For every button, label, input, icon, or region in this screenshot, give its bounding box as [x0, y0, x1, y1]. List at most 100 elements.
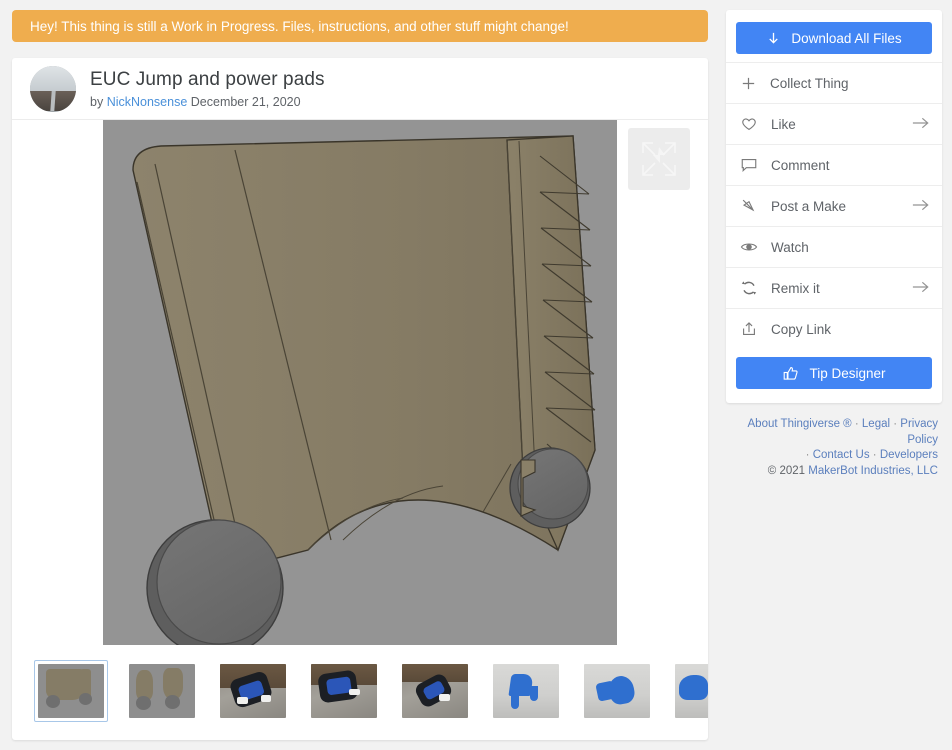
- thumb-photo-c: [402, 664, 468, 718]
- footer-separator: ·: [872, 449, 877, 462]
- sidebar-item-remix-it[interactable]: Remix it: [726, 267, 942, 308]
- thumb-shape: [45, 695, 61, 709]
- share-upload-icon: [740, 320, 758, 338]
- thumb-photo-a: [220, 664, 286, 718]
- post-make-icon: [740, 197, 758, 215]
- footer-separator: ·: [805, 449, 810, 462]
- thumb-shape: [135, 670, 153, 700]
- thumb-shape: [529, 685, 538, 701]
- footer-link-about[interactable]: About Thingiverse ®: [748, 418, 852, 430]
- list-item[interactable]: [125, 660, 199, 722]
- footer-link-contact-us[interactable]: Contact Us: [813, 449, 870, 461]
- list-item[interactable]: [489, 660, 563, 722]
- main-render-image[interactable]: [103, 120, 617, 645]
- list-item[interactable]: [307, 660, 381, 722]
- sidebar-item-like[interactable]: Like: [726, 103, 942, 144]
- thing-byline: by NickNonsense December 21, 2020: [90, 95, 325, 109]
- thumb-shape: [326, 676, 352, 695]
- thumb-shape: [260, 695, 272, 702]
- footer-link-legal[interactable]: Legal: [862, 418, 890, 430]
- thingiverse-thing-page: Hey! This thing is still a Work in Progr…: [0, 0, 952, 750]
- page-title: EUC Jump and power pads: [90, 69, 325, 91]
- thumb-shape: [237, 697, 248, 704]
- thumb-shape: [438, 694, 450, 701]
- footer-separator: ·: [854, 418, 859, 430]
- thumb-shape: [317, 669, 360, 704]
- arrow-right-icon: [912, 198, 930, 215]
- sidebar-item-post-a-make[interactable]: Post a Make: [726, 185, 942, 226]
- eye-icon: [740, 238, 758, 256]
- list-item[interactable]: [34, 660, 108, 722]
- footer-links-line-1: About Thingiverse ® · Legal · Privacy Po…: [730, 417, 939, 448]
- sidebar-item-copy-link[interactable]: Copy Link: [726, 308, 942, 349]
- list-item[interactable]: [580, 660, 654, 722]
- sidebar-item-collect-thing[interactable]: Collect Thing: [726, 62, 942, 103]
- thumb-print-c: [675, 664, 708, 718]
- image-viewer: [12, 120, 708, 650]
- arrow-right-icon: [912, 280, 930, 297]
- thumbnail-next-button[interactable]: [646, 672, 672, 712]
- footer: About Thingiverse ® · Legal · Privacy Po…: [726, 417, 942, 479]
- fullscreen-expand-icon: [642, 142, 676, 176]
- sidebar-item-label: Like: [771, 116, 796, 132]
- fullscreen-expand-button[interactable]: [628, 128, 690, 190]
- thing-header: EUC Jump and power pads by NickNonsense …: [12, 58, 708, 120]
- thing-main-card: EUC Jump and power pads by NickNonsense …: [12, 58, 708, 740]
- footer-link-developers[interactable]: Developers: [880, 449, 938, 461]
- thumb-print-a: [493, 664, 559, 718]
- thumb-shape: [164, 695, 181, 710]
- publish-date: December 21, 2020: [190, 94, 301, 109]
- arrow-right-icon: [912, 116, 930, 133]
- thing-titles: EUC Jump and power pads by NickNonsense …: [90, 68, 325, 109]
- cad-part-illustration: [132, 135, 596, 645]
- heart-icon: [740, 115, 758, 133]
- footer-link-privacy-policy[interactable]: Privacy Policy: [900, 418, 938, 446]
- sidebar-item-label: Watch: [771, 239, 809, 255]
- sidebar-item-comment[interactable]: Comment: [726, 144, 942, 185]
- copyright-year: 2021: [779, 464, 806, 477]
- work-in-progress-banner: Hey! This thing is still a Work in Progr…: [12, 10, 708, 42]
- thumbs-up-icon: [782, 365, 799, 382]
- list-item[interactable]: [398, 660, 472, 722]
- thumb-photo-b: [311, 664, 377, 718]
- sidebar-item-label: Remix it: [771, 280, 820, 296]
- byline-prefix: by: [90, 94, 104, 109]
- remix-refresh-icon: [740, 279, 758, 297]
- thumb-print-b: [584, 664, 650, 718]
- sidebar-item-watch[interactable]: Watch: [726, 226, 942, 267]
- plus-icon: [740, 75, 757, 92]
- wip-banner-text: Hey! This thing is still a Work in Progr…: [30, 18, 569, 34]
- list-item[interactable]: [216, 660, 290, 722]
- footer-link-makerbot[interactable]: MakerBot Industries, LLC: [808, 465, 938, 477]
- sidebar-item-label: Copy Link: [771, 321, 832, 337]
- thumbnail-strip: [12, 650, 708, 738]
- avatar-sky: [30, 65, 76, 92]
- download-all-files-button[interactable]: Download All Files: [736, 22, 932, 54]
- thumb-shape: [78, 693, 93, 706]
- thumb-shape: [135, 696, 152, 711]
- thumb-cad-a: [38, 664, 104, 718]
- thumb-shape: [678, 674, 708, 700]
- footer-links-line-2: · Contact Us · Developers: [730, 448, 938, 464]
- sidebar-item-label: Comment: [771, 157, 830, 173]
- action-sidebar: Download All Files Collect Thing Like Co…: [726, 10, 942, 479]
- action-card: Download All Files Collect Thing Like Co…: [726, 10, 942, 403]
- hub-left-inner: [156, 519, 282, 645]
- author-link[interactable]: NickNonsense: [107, 95, 188, 109]
- copyright-icon: ©: [767, 464, 777, 477]
- sidebar-item-label: Post a Make: [771, 198, 847, 214]
- tip-designer-button[interactable]: Tip Designer: [736, 357, 932, 389]
- tip-designer-label: Tip Designer: [809, 365, 886, 381]
- comment-bubble-icon: [740, 156, 758, 174]
- chevron-right-icon: [652, 679, 666, 705]
- footer-copyright: © 2021 MakerBot Industries, LLC: [730, 464, 938, 480]
- sidebar-item-label: Collect Thing: [770, 75, 849, 91]
- footer-separator: ·: [893, 418, 898, 430]
- download-arrow-icon: [766, 31, 781, 46]
- list-item[interactable]: [671, 660, 708, 722]
- thumb-cad-b: [129, 664, 195, 718]
- avatar[interactable]: [30, 65, 76, 112]
- thumb-shape: [511, 692, 520, 710]
- download-all-files-label: Download All Files: [791, 30, 902, 46]
- thumb-shape: [349, 688, 360, 696]
